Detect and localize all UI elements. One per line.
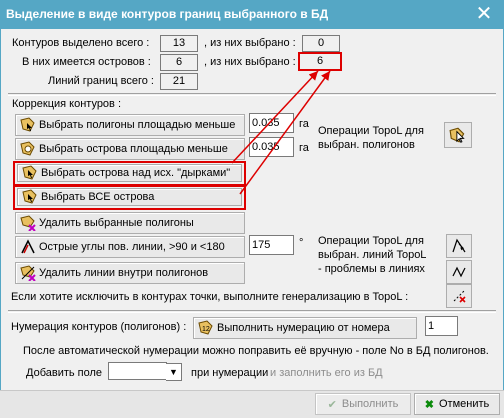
arrow-all-islands	[239, 70, 331, 195]
annotation-arrows	[231, 70, 331, 195]
arrow-islands-holes	[231, 70, 319, 164]
